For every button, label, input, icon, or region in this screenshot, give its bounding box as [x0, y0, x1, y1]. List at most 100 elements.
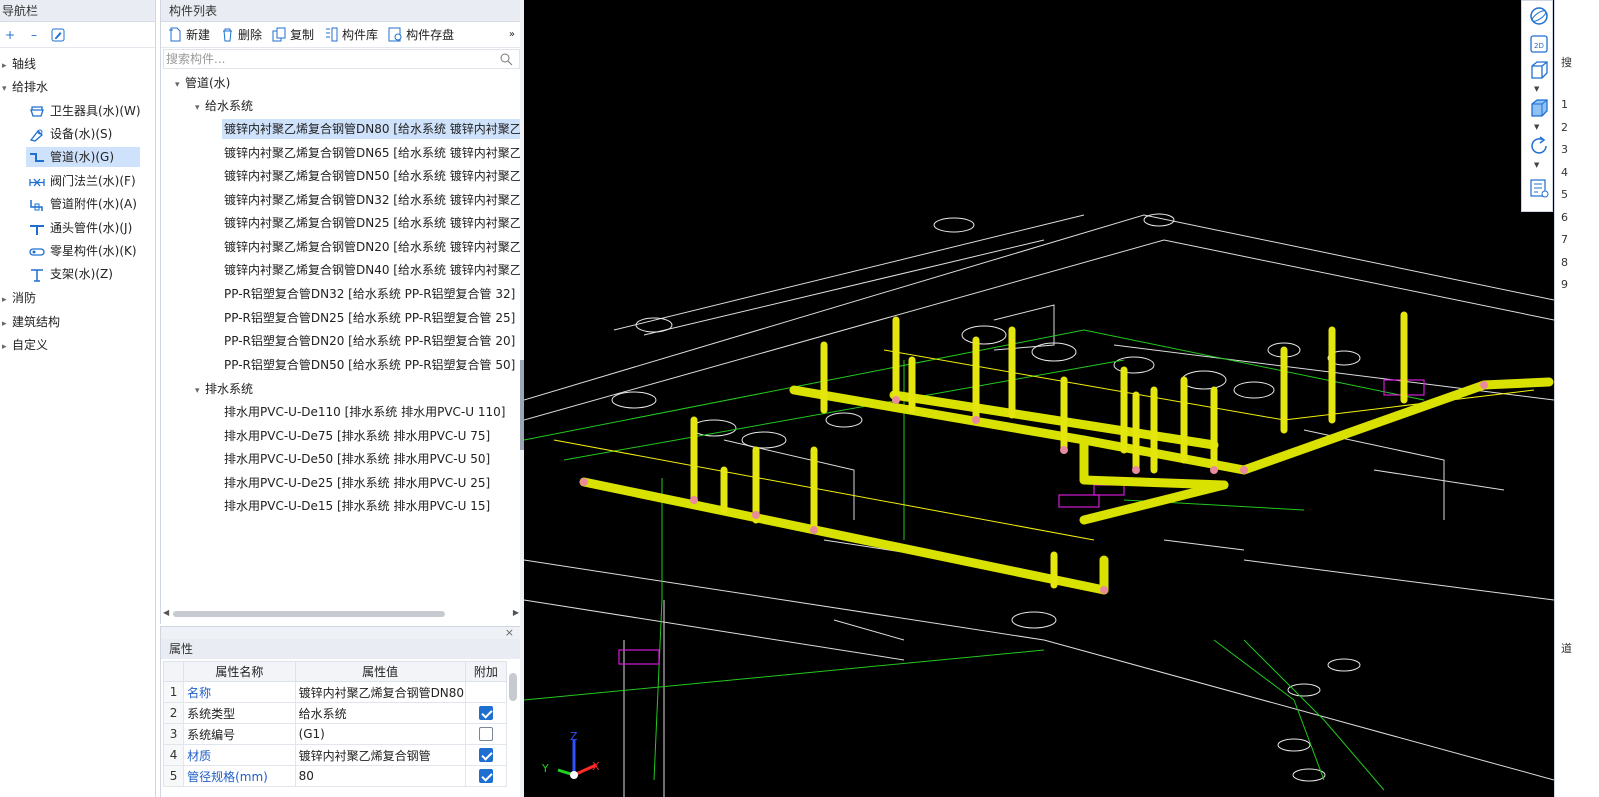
attach-checkbox[interactable] — [478, 727, 493, 742]
library-icon — [326, 27, 338, 42]
property-value[interactable]: (G1) — [294, 723, 466, 745]
collapsed-arrow-icon[interactable]: ▸ — [2, 56, 12, 76]
nav-item-label: 管道(水)(G) — [50, 150, 115, 164]
nav-item-fire[interactable]: ▸ 消防 — [2, 288, 36, 308]
property-value[interactable]: 80 — [294, 765, 466, 787]
3d-viewport[interactable]: Z X Y — [524, 0, 1554, 797]
component-item[interactable]: 镀锌内衬聚乙烯复合钢管DN80 [给水系统 镀锌内衬聚乙烯 — [222, 119, 520, 139]
nav-item-valve[interactable]: 阀门法兰(水)(F) — [28, 171, 136, 191]
component-item[interactable]: 镀锌内衬聚乙烯复合钢管DN32 [给水系统 镀锌内衬聚乙烯 — [224, 190, 520, 210]
layer-display-icon[interactable] — [1528, 177, 1550, 199]
property-value[interactable]: 镀锌内衬聚乙烯复合钢管DN80 — [294, 681, 466, 703]
component-item[interactable]: 镀锌内衬聚乙烯复合钢管DN50 [给水系统 镀锌内衬聚乙烯 — [224, 166, 520, 186]
more-button[interactable]: » — [506, 24, 518, 46]
nav-item-equipment[interactable]: 设备(水)(S) — [28, 124, 112, 144]
property-row[interactable]: 3 系统编号 (G1) — [162, 723, 508, 745]
search-input[interactable]: 搜索构件... — [163, 49, 520, 69]
component-item[interactable]: 排水用PVC-U-De50 [排水系统 排水用PVC-U 50] — [224, 449, 490, 469]
property-value[interactable]: 给水系统 — [294, 702, 466, 724]
nav-item-pipe[interactable]: 管道(水)(G) — [26, 147, 140, 167]
cad-drawing[interactable]: Z X Y — [524, 0, 1554, 797]
dropdown-caret-icon[interactable]: ▼ — [1534, 123, 1539, 131]
3d-wireframe-icon[interactable] — [1528, 59, 1550, 81]
right-pane-char: 道 — [1561, 642, 1572, 655]
component-group-drainage[interactable]: ▾ 排水系统 — [195, 379, 253, 399]
nav-item-label: 卫生器具(水)(W) — [50, 104, 141, 118]
component-item[interactable]: PP-R铝塑复合管DN50 [给水系统 PP-R铝塑复合管 50] — [224, 355, 515, 375]
axis-gizmo: Z X Y — [541, 730, 600, 779]
edit-icon[interactable] — [50, 27, 66, 43]
search-icon[interactable] — [499, 52, 513, 66]
component-root[interactable]: ▾ 管道(水) — [175, 73, 230, 93]
3d-shaded-icon[interactable] — [1528, 97, 1550, 119]
property-name: 系统编号 — [183, 723, 296, 745]
property-row[interactable]: 4 材质 镀锌内衬聚乙烯复合钢管 — [162, 744, 508, 766]
nav-item-misc[interactable]: 零星构件(水)(K) — [28, 241, 137, 261]
nav-item-pipe-accessory[interactable]: 管道附件(水)(A) — [28, 194, 137, 214]
expanded-arrow-icon[interactable]: ▾ — [2, 79, 12, 99]
component-item[interactable]: 排水用PVC-U-De25 [排水系统 排水用PVC-U 25] — [224, 473, 490, 493]
component-item[interactable]: PP-R铝塑复合管DN25 [给水系统 PP-R铝塑复合管 25] — [224, 308, 515, 328]
nav-item-custom[interactable]: ▸ 自定义 — [2, 335, 48, 355]
nav-item-support[interactable]: 支架(水)(Z) — [28, 264, 113, 284]
collapsed-arrow-icon[interactable]: ▸ — [2, 337, 12, 357]
right-pane-char: 6 — [1561, 211, 1568, 224]
right-pane-char: 3 — [1561, 143, 1568, 156]
copy-button[interactable]: 复制 — [269, 24, 317, 46]
library-button[interactable]: 构件库 — [321, 24, 381, 46]
property-value[interactable]: 镀锌内衬聚乙烯复合钢管 — [294, 744, 466, 766]
component-item[interactable]: 镀锌内衬聚乙烯复合钢管DN40 [给水系统 镀锌内衬聚乙烯 — [224, 260, 520, 280]
collapsed-arrow-icon[interactable]: ▸ — [2, 314, 12, 334]
component-item[interactable]: 镀锌内衬聚乙烯复合钢管DN20 [给水系统 镀锌内衬聚乙烯 — [224, 237, 520, 257]
nav-item-structure[interactable]: ▸ 建筑结构 — [2, 312, 60, 332]
header-name: 属性名称 — [183, 661, 296, 682]
pipe-accessory-icon — [30, 199, 43, 211]
collapse-all-icon[interactable]: – — [26, 27, 42, 43]
nav-item-fitting[interactable]: 通头管件(水)(J) — [28, 218, 132, 238]
component-group-water-supply[interactable]: ▾ 给水系统 — [195, 96, 253, 116]
scroll-left-arrow-icon[interactable]: ◀ — [163, 608, 169, 617]
close-icon[interactable]: × — [505, 626, 514, 639]
sphere-view-icon[interactable] — [1528, 5, 1550, 27]
rotate-icon[interactable] — [1528, 135, 1550, 157]
properties-scrollbar[interactable] — [509, 673, 517, 701]
scroll-right-arrow-icon[interactable]: ▶ — [513, 608, 519, 617]
support-icon — [31, 268, 43, 282]
scrollbar-thumb[interactable] — [173, 611, 445, 617]
save-component-button[interactable]: 构件存盘 — [385, 24, 457, 46]
expanded-arrow-icon[interactable]: ▾ — [175, 75, 185, 95]
nav-item-label: 阀门法兰(水)(F) — [50, 174, 136, 188]
new-button[interactable]: 新建 — [165, 24, 213, 46]
property-row[interactable]: 1 名称 镀锌内衬聚乙烯复合钢管DN80 — [162, 681, 508, 703]
component-item[interactable]: 排水用PVC-U-De75 [排水系统 排水用PVC-U 75] — [224, 426, 490, 446]
property-name: 名称 — [183, 681, 296, 703]
expanded-arrow-icon[interactable]: ▾ — [195, 98, 205, 118]
property-row[interactable]: 2 系统类型 给水系统 — [162, 702, 508, 724]
component-item[interactable]: 排水用PVC-U-De15 [排水系统 排水用PVC-U 15] — [224, 496, 490, 516]
library-label: 构件库 — [342, 28, 379, 42]
property-attach-cell — [464, 765, 508, 787]
attach-checkbox[interactable] — [478, 748, 493, 763]
expand-all-icon[interactable]: + — [2, 27, 18, 43]
delete-label: 删除 — [238, 28, 263, 42]
dropdown-caret-icon[interactable]: ▼ — [1534, 161, 1539, 169]
component-item[interactable]: PP-R铝塑复合管DN32 [给水系统 PP-R铝塑复合管 32] — [224, 284, 515, 304]
nav-item-plumbing[interactable]: ▾ 给排水 — [2, 77, 48, 97]
component-item[interactable]: 镀锌内衬聚乙烯复合钢管DN25 [给水系统 镀锌内衬聚乙烯 — [224, 213, 520, 233]
header-attach: 附加 — [464, 661, 508, 682]
collapsed-arrow-icon[interactable]: ▸ — [2, 290, 12, 310]
delete-button[interactable]: 删除 — [217, 24, 265, 46]
right-side-pane: 搜 1 2 3 4 5 6 7 8 9 道 — [1554, 0, 1599, 797]
expanded-arrow-icon[interactable]: ▾ — [195, 381, 205, 401]
component-item[interactable]: PP-R铝塑复合管DN20 [给水系统 PP-R铝塑复合管 20] — [224, 331, 515, 351]
dropdown-caret-icon[interactable]: ▼ — [1534, 85, 1539, 93]
component-item[interactable]: 镀锌内衬聚乙烯复合钢管DN65 [给水系统 镀锌内衬聚乙烯 — [224, 143, 520, 163]
attach-checkbox[interactable] — [478, 706, 493, 721]
component-item[interactable]: 排水用PVC-U-De110 [排水系统 排水用PVC-U 110] — [224, 402, 505, 422]
attach-checkbox[interactable] — [478, 769, 493, 784]
nav-item-axis[interactable]: ▸ 轴线 — [2, 54, 36, 74]
2d-view-icon[interactable]: 2D — [1528, 33, 1550, 55]
horizontal-scrollbar[interactable]: ◀ ▶ — [163, 608, 519, 620]
property-row[interactable]: 5 管径规格(mm) 80 — [162, 765, 508, 787]
nav-item-sanitary[interactable]: 卫生器具(水)(W) — [28, 101, 141, 121]
